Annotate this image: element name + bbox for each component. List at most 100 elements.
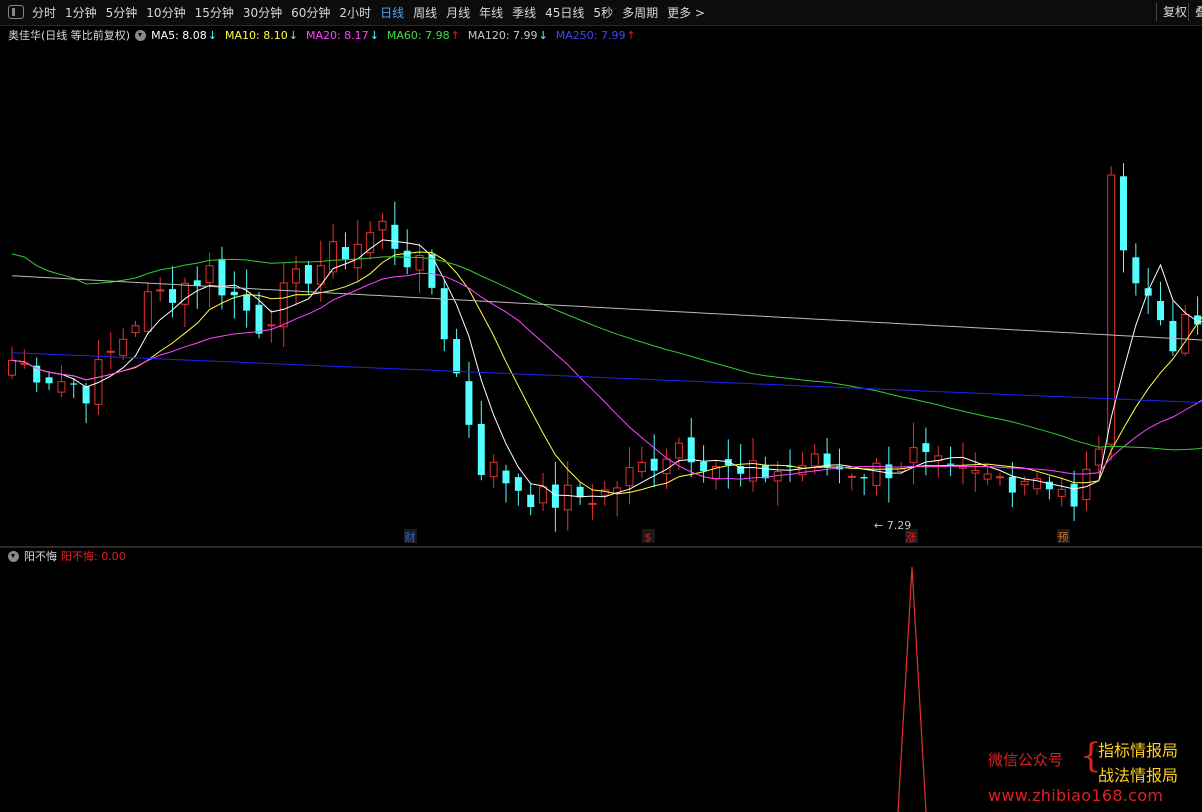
candle-body-down (169, 289, 177, 303)
sidebar-toggle-icon[interactable] (8, 5, 24, 19)
tab-period-5[interactable]: 30分钟 (243, 4, 282, 21)
candle-body-up (279, 282, 288, 328)
candle-body-up (625, 467, 634, 487)
indicator-value: 阳不悔: 0.00 (61, 550, 126, 563)
candle-body-down (477, 423, 485, 475)
ma60-line (11, 253, 1202, 451)
period-tabs: 分时 1分钟 5分钟 10分钟 15分钟 30分钟 60分钟 2小时 日线 周线 月线 年线 季线 45日… (32, 0, 714, 25)
tab-period-13[interactable]: 45日线 (545, 4, 584, 21)
candle-body-up (292, 268, 301, 284)
candle-body-down (922, 443, 930, 453)
tab-period-16[interactable]: 更多 > (667, 4, 705, 21)
ma-legend-item: MA60: 7.98↑ (386, 28, 460, 42)
candle-body-up (798, 465, 807, 476)
watermark-wechat-label: 微信公众号 (988, 751, 1064, 769)
candle-body-down (1070, 483, 1078, 507)
event-marker[interactable]: $ (645, 531, 652, 544)
candle-body-down (502, 470, 510, 484)
ma-legend-item: MA250: 7.99↑ (555, 28, 636, 42)
ma-legend: MA5: 8.08↓ MA10: 8.10↓ MA20: 8.17↓ MA60: 7.… (151, 29, 644, 42)
ma-legend-item: MA5: 8.08↓ (151, 28, 218, 42)
event-marker[interactable]: 涨 (906, 531, 917, 544)
event-marker[interactable]: 预 (1058, 531, 1069, 544)
tab-period-9[interactable]: 周线 (413, 4, 437, 21)
tab-period-6[interactable]: 60分钟 (291, 4, 330, 21)
candle-body-up (8, 359, 16, 376)
candle-body-down (576, 486, 584, 498)
candle-body-up (378, 220, 387, 231)
fuquan-button[interactable]: 复权 (1156, 3, 1187, 21)
candle-body-down (70, 383, 78, 385)
indicator-dropdown-icon[interactable] (8, 550, 19, 562)
candle-body-up (156, 289, 165, 292)
candle-body-up (996, 476, 1004, 479)
event-marker[interactable]: 财 (405, 530, 416, 544)
tab-period-14[interactable]: 5秒 (593, 4, 613, 21)
candle-body-up (563, 484, 572, 511)
watermark-line2: 战法情报局 (1098, 766, 1179, 785)
candle-body-down (465, 381, 473, 425)
tab-period-10[interactable]: 月线 (446, 4, 470, 21)
ma-legend-item: MA120: 7.99↓ (467, 28, 548, 42)
candle-body-up (539, 486, 548, 504)
watermark-line1: 指标情报局 (1098, 741, 1179, 760)
candle-body-down (947, 463, 955, 465)
candle-body-up (1094, 448, 1103, 466)
candle-body-down (1169, 320, 1177, 352)
candle-body-down (82, 386, 90, 404)
candle-body-down (1008, 476, 1016, 493)
candle-body-up (1107, 174, 1116, 445)
candle-body-down (453, 339, 461, 374)
candle-body-up (353, 243, 362, 269)
candle-body-up (662, 458, 671, 475)
candle-body-down (255, 304, 263, 334)
tab-period-1[interactable]: 1分钟 (65, 4, 97, 21)
candle-body-up (205, 265, 214, 284)
candle-body-up (131, 325, 140, 334)
candle-body-down (218, 258, 226, 296)
candle-body-up (1020, 480, 1029, 486)
overlay-button[interactable]: 叠 (1188, 3, 1202, 21)
tab-period-12[interactable]: 季线 (512, 4, 536, 21)
watermark-url: www.zhibiao168.com (988, 786, 1164, 805)
candle-body-down (761, 465, 769, 479)
candle-body-down (304, 265, 312, 284)
candle-body-up (983, 473, 992, 480)
tab-period-2[interactable]: 5分钟 (106, 4, 138, 21)
candle-body-down (1157, 300, 1165, 321)
candle-body-up (909, 447, 918, 464)
tab-period-8[interactable]: 日线 (380, 4, 404, 21)
candle-body-up (674, 442, 683, 459)
candle-body-up (588, 502, 597, 505)
candlestick-chart[interactable]: ← 7.29财 $ 涨预 (0, 44, 1202, 546)
tab-period-3[interactable]: 10分钟 (146, 4, 185, 21)
stock-title: 奥佳华(日线 等比前复权) (8, 29, 131, 42)
candle-body-up (637, 461, 646, 473)
candle-body-up (971, 469, 980, 474)
candle-body-down (1120, 176, 1127, 251)
candle-body-down (1132, 257, 1140, 284)
tab-period-15[interactable]: 多周期 (622, 4, 658, 21)
ma-legend-item: MA20: 8.17↓ (305, 28, 379, 42)
candle-body-down (45, 377, 53, 384)
candle-body-down (650, 458, 658, 471)
watermark: 微信公众号 { 指标情报局 战法情报局 www.zhibiao168.com (988, 734, 1198, 808)
candle-body-up (810, 453, 819, 467)
candle-body-down (700, 461, 708, 472)
candle-body-down (514, 477, 522, 491)
candle-body-down (230, 291, 238, 296)
candle-body-down (860, 477, 868, 479)
panel-divider[interactable] (0, 546, 1202, 548)
tab-period-7[interactable]: 2小时 (339, 4, 371, 21)
ma-legend-item: MA10: 8.10↓ (225, 28, 298, 42)
candle-body-up (57, 381, 66, 393)
ma5-line (11, 239, 1202, 498)
candle-body-down (440, 288, 448, 340)
tab-period-0[interactable]: 分时 (32, 4, 56, 21)
legend-dropdown-icon[interactable] (135, 29, 147, 41)
tab-period-11[interactable]: 年线 (479, 4, 503, 21)
main-chart-legend: 奥佳华(日线 等比前复权) MA5: 8.08↓ MA10: 8.10↓ MA20:… (8, 27, 644, 43)
candle-body-up (366, 232, 375, 254)
candle-body-up (143, 291, 152, 332)
tab-period-4[interactable]: 15分钟 (195, 4, 234, 21)
